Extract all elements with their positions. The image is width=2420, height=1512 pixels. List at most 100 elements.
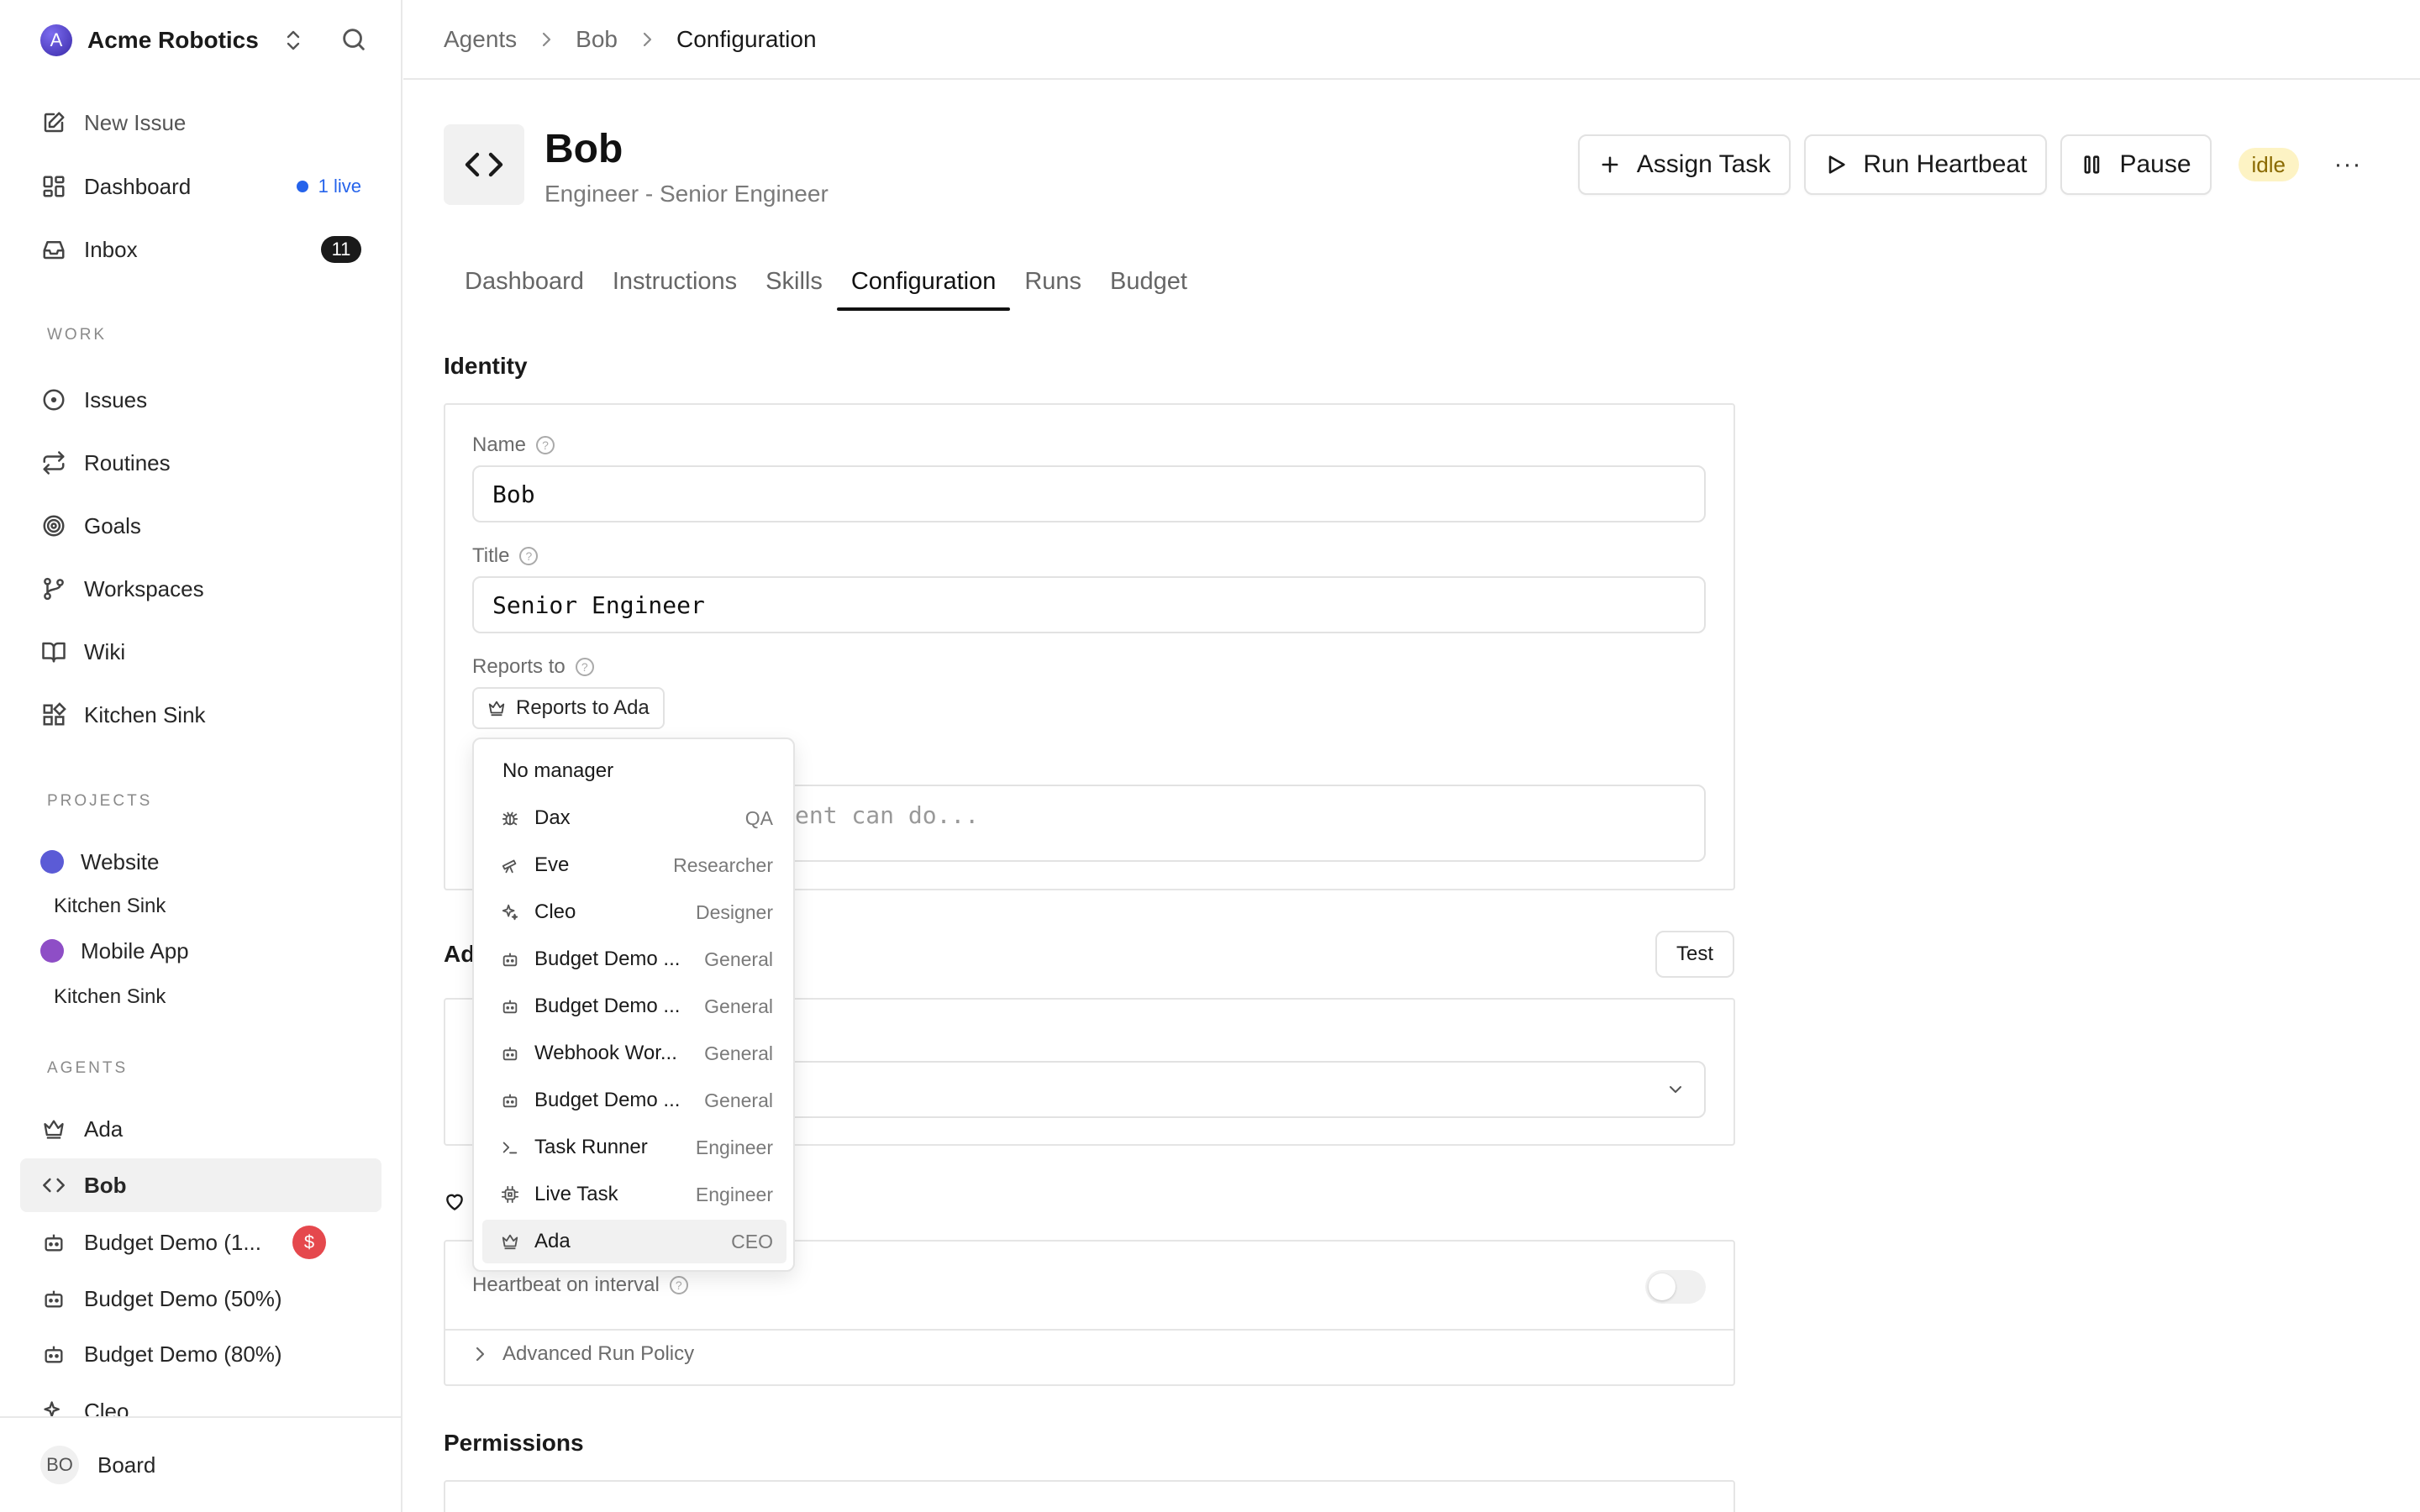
sidebar-item-issues[interactable]: Issues (20, 373, 381, 427)
user-menu[interactable]: BO Board (0, 1416, 401, 1512)
user-name: Board (97, 1452, 156, 1478)
divider (445, 1329, 1733, 1331)
dropdown-option-cleo[interactable]: Cleo Designer (482, 890, 786, 934)
sidebar-item-label: Website (81, 848, 160, 874)
sidebar-item-label: Bob (84, 1172, 127, 1198)
plus-icon (1598, 153, 1622, 176)
sidebar-project-website[interactable]: Website (20, 835, 381, 889)
heartbeat-interval-toggle[interactable] (1645, 1270, 1706, 1304)
inbox-count-badge: 11 (321, 236, 361, 263)
sidebar-subitem-kitchen-sink[interactable]: Kitchen Sink (54, 895, 166, 918)
code-icon (444, 124, 524, 205)
title-field[interactable]: Senior Engineer (472, 576, 1706, 633)
test-button[interactable]: Test (1655, 931, 1734, 978)
pause-label: Pause (2119, 150, 2191, 178)
reports-to-label: Reports to ? (472, 655, 594, 679)
dropdown-option-role: Designer (695, 900, 773, 923)
dropdown-option-ada[interactable]: Ada CEO (482, 1220, 786, 1263)
tab-budget[interactable]: Budget (1096, 252, 1202, 311)
tab-dashboard[interactable]: Dashboard (450, 252, 598, 311)
sidebar-agent-bob[interactable]: Bob (20, 1158, 381, 1212)
dropdown-option-task-runner[interactable]: Task Runner Engineer (482, 1126, 786, 1169)
dropdown-option-eve[interactable]: Eve Researcher (482, 843, 786, 887)
tab-runs[interactable]: Runs (1010, 252, 1096, 311)
run-heartbeat-button[interactable]: Run Heartbeat (1804, 134, 2048, 195)
sidebar-item-wiki[interactable]: Wiki (20, 625, 381, 679)
book-icon (40, 638, 67, 665)
sidebar-item-label: Goals (84, 512, 141, 538)
tab-bar: Dashboard Instructions Skills Configurat… (450, 252, 1202, 311)
help-icon[interactable]: ? (519, 547, 539, 565)
sidebar-item-label: Dashboard (84, 173, 192, 199)
sidebar-agent-budget-demo-80[interactable]: Budget Demo (80%) (20, 1327, 381, 1381)
dropdown-option-label: No manager (502, 759, 614, 782)
more-options-icon[interactable]: ··· (2328, 150, 2368, 179)
sidebar-item-label: Kitchen Sink (84, 701, 206, 727)
search-icon[interactable] (339, 25, 368, 54)
telescope-icon (501, 856, 519, 874)
sidebar-item-routines[interactable]: Routines (20, 436, 381, 490)
breadcrumb-bob[interactable]: Bob (576, 26, 618, 53)
help-icon[interactable]: ? (669, 1276, 688, 1294)
dropdown-option-role: General (704, 995, 773, 1017)
dropdown-option-label: Budget Demo ... (534, 1089, 681, 1111)
sidebar: A Acme Robotics New Issue Dashboard 1 li… (0, 0, 402, 1512)
description-placeholder: ent can do... (795, 801, 980, 829)
sidebar-item-workspaces[interactable]: Workspaces (20, 562, 381, 616)
dropdown-option-dax[interactable]: Dax QA (482, 796, 786, 840)
agents-section-label: AGENTS (47, 1059, 129, 1077)
new-issue-button[interactable]: New Issue (20, 96, 381, 150)
chevron-right-icon (639, 30, 655, 49)
bug-icon (501, 809, 519, 827)
workspace-logo: A (40, 24, 72, 56)
assign-task-button[interactable]: Assign Task (1577, 134, 1791, 195)
name-label-text: Name (472, 433, 527, 456)
status-badge: idle (2238, 148, 2299, 181)
sidebar-item-kitchen-sink[interactable]: Kitchen Sink (20, 688, 381, 742)
workspace-name: Acme Robotics (87, 27, 259, 53)
tab-configuration[interactable]: Configuration (836, 252, 1011, 311)
git-branch-icon (40, 575, 67, 602)
sidebar-item-label: Routines (84, 449, 171, 475)
chevron-up-down-icon (284, 29, 302, 51)
sidebar-project-mobile-app[interactable]: Mobile App (20, 924, 381, 978)
dropdown-option-live-task[interactable]: Live Task Engineer (482, 1173, 786, 1216)
sidebar-subitem-kitchen-sink[interactable]: Kitchen Sink (54, 985, 166, 1009)
dropdown-option-budget-demo[interactable]: Budget Demo ... General (482, 937, 786, 981)
help-icon[interactable]: ? (536, 436, 555, 454)
project-color-dot (40, 850, 64, 874)
sidebar-item-label: Inbox (84, 236, 138, 262)
dropdown-option-no-manager[interactable]: No manager (482, 749, 786, 793)
crown-icon (501, 1232, 519, 1251)
bot-icon (501, 997, 519, 1016)
dropdown-option-budget-demo[interactable]: Budget Demo ... General (482, 984, 786, 1028)
budget-alert-badge: $ (292, 1226, 326, 1259)
breadcrumb-agents[interactable]: Agents (444, 26, 517, 53)
tab-instructions[interactable]: Instructions (598, 252, 751, 311)
workspace-switcher[interactable]: A Acme Robotics (40, 24, 302, 57)
pause-button[interactable]: Pause (2060, 134, 2212, 195)
sidebar-agent-ada[interactable]: Ada (20, 1102, 381, 1156)
bot-icon (40, 1341, 67, 1368)
terminal-icon (501, 1138, 519, 1157)
repeat-icon (40, 449, 67, 476)
sidebar-item-goals[interactable]: Goals (20, 499, 381, 553)
sidebar-item-dashboard[interactable]: Dashboard 1 live (20, 160, 381, 213)
dropdown-option-role: General (704, 1089, 773, 1111)
crown-icon (40, 1116, 67, 1142)
name-field[interactable]: Bob (472, 465, 1706, 522)
sidebar-item-inbox[interactable]: Inbox 11 (20, 223, 381, 276)
assign-task-label: Assign Task (1636, 150, 1771, 178)
advanced-run-policy-toggle[interactable]: Advanced Run Policy (472, 1342, 694, 1366)
sparkles-icon (501, 903, 519, 921)
dropdown-option-budget-demo[interactable]: Budget Demo ... General (482, 1079, 786, 1122)
tab-skills[interactable]: Skills (751, 252, 837, 311)
reports-to-button[interactable]: Reports to Ada (472, 687, 665, 729)
help-icon[interactable]: ? (575, 658, 594, 676)
dropdown-option-webhook-worker[interactable]: Webhook Wor... General (482, 1032, 786, 1075)
sidebar-agent-budget-demo-50[interactable]: Budget Demo (50%) (20, 1272, 381, 1326)
sidebar-agent-budget-demo-1[interactable]: Budget Demo (1... $ (20, 1215, 381, 1269)
bot-icon (40, 1229, 67, 1256)
sidebar-item-label: Budget Demo (50%) (84, 1285, 282, 1311)
dropdown-option-role: Engineer (695, 1183, 773, 1205)
